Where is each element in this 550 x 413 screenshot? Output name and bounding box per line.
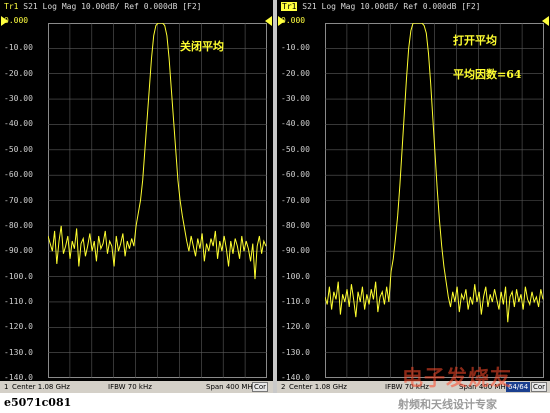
- y-tick-label: -120.0: [281, 322, 310, 332]
- trace-header[interactable]: Tr1 S21 Log Mag 10.00dB/ Ref 0.000dB [F2…: [277, 0, 550, 14]
- y-tick-label: -60.00: [281, 170, 310, 180]
- y-tick-label: -90.00: [281, 246, 310, 256]
- trace-plot[interactable]: [48, 23, 267, 378]
- status-bar: 1 Center 1.08 GHz IFBW 70 kHz Span 400 M…: [0, 381, 273, 393]
- trace-header[interactable]: Tr1 S21 Log Mag 10.00dB/ Ref 0.000dB [F2…: [0, 0, 273, 14]
- y-tick-label: -130.0: [281, 347, 310, 357]
- y-tick-label: -110.0: [281, 296, 310, 306]
- center-frequency[interactable]: Center 1.08 GHz: [12, 381, 70, 393]
- y-tick-label: -120.0: [4, 322, 33, 332]
- watermark-logo: 电子发烧友: [402, 365, 512, 390]
- y-tick-label: -30.00: [4, 94, 33, 104]
- y-tick-label: -20.00: [281, 68, 310, 78]
- ifbw[interactable]: IFBW 70 kHz: [108, 381, 152, 393]
- y-tick-label: -80.00: [281, 220, 310, 230]
- left-trace-panel[interactable]: Tr1 S21 Log Mag 10.00dB/ Ref 0.000dB [F2…: [0, 0, 273, 393]
- y-tick-label: -60.00: [4, 170, 33, 180]
- channel-number: 2: [281, 383, 286, 391]
- trace-id[interactable]: Tr1: [4, 2, 18, 11]
- y-tick-label: -70.00: [281, 195, 310, 205]
- correction-indicator: Cor: [252, 382, 269, 392]
- y-tick-label: 0.000: [281, 16, 306, 25]
- channel-number: 1: [4, 383, 9, 391]
- y-tick-label: -20.00: [4, 68, 33, 78]
- correction-indicator: Cor: [531, 382, 548, 392]
- trace-settings: S21 Log Mag 10.00dB/ Ref 0.000dB [F2]: [23, 2, 202, 11]
- averaging-off-annotation: 关闭平均: [180, 40, 224, 53]
- y-tick-label: -40.00: [281, 119, 310, 129]
- y-tick-label: -50.00: [281, 144, 310, 154]
- figure-caption: e5071c081: [4, 396, 72, 409]
- watermark-subtitle: 射频和天线设计专家: [398, 398, 497, 411]
- y-tick-label: -100.0: [281, 271, 310, 281]
- center-frequency[interactable]: Center 1.08 GHz: [289, 381, 347, 393]
- y-tick-label: -100.0: [4, 271, 33, 281]
- y-tick-label: -80.00: [4, 220, 33, 230]
- y-tick-label: -40.00: [4, 119, 33, 129]
- y-tick-label: -10.00: [4, 43, 33, 53]
- averaging-factor-annotation: 平均因数=64: [453, 68, 522, 81]
- right-trace-panel[interactable]: Tr1 S21 Log Mag 10.00dB/ Ref 0.000dB [F2…: [277, 0, 550, 393]
- y-tick-label: -110.0: [4, 296, 33, 306]
- trace-line: [48, 23, 267, 280]
- y-tick-label: -70.00: [4, 195, 33, 205]
- y-tick-label: 0.000: [4, 16, 29, 25]
- y-tick-label: -90.00: [4, 246, 33, 256]
- trace-id[interactable]: Tr1: [281, 2, 298, 11]
- y-tick-label: -10.00: [281, 43, 310, 53]
- averaging-on-annotation: 打开平均: [453, 34, 497, 47]
- y-tick-label: -130.0: [4, 347, 33, 357]
- span[interactable]: Span 400 MHz: [206, 381, 256, 393]
- trace-settings: S21 Log Mag 10.00dB/ Ref 0.000dB [F2]: [302, 2, 481, 11]
- y-tick-label: -50.00: [4, 144, 33, 154]
- y-tick-label: -30.00: [281, 94, 310, 104]
